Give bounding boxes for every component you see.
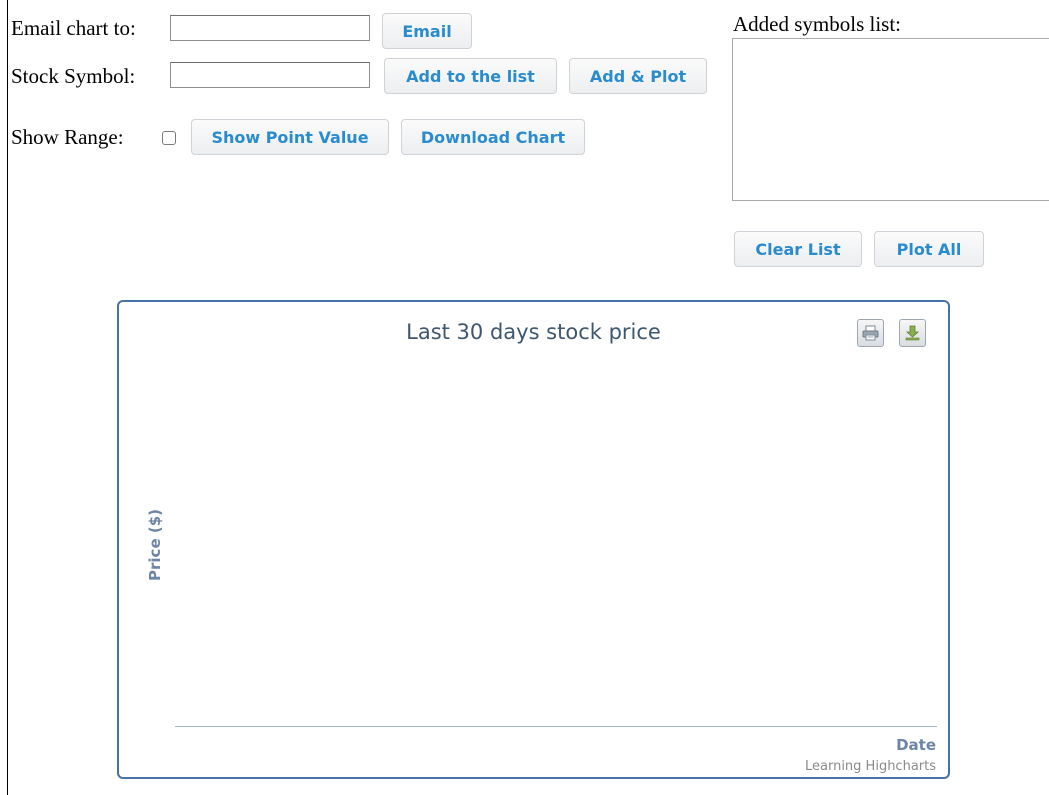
email-label: Email chart to: [11, 16, 136, 40]
printer-icon[interactable] [857, 319, 884, 347]
stock-symbol-label: Stock Symbol: [11, 64, 136, 88]
page-left-border [7, 0, 8, 795]
clear-list-button[interactable]: Clear List [734, 231, 862, 267]
chart-credits[interactable]: Learning Highcharts [805, 759, 936, 774]
stock-symbol-input[interactable] [170, 62, 370, 88]
x-axis-line [175, 726, 937, 727]
download-icon[interactable] [899, 319, 926, 347]
show-range-checkbox[interactable] [162, 131, 176, 145]
email-button[interactable]: Email [382, 13, 472, 49]
added-symbols-label: Added symbols list: [733, 12, 902, 36]
download-chart-button[interactable]: Download Chart [401, 119, 585, 155]
show-range-label: Show Range: [11, 125, 124, 149]
add-to-list-button[interactable]: Add to the list [384, 58, 557, 94]
plot-all-button[interactable]: Plot All [874, 231, 984, 267]
stock-price-chart: Last 30 days stock price Price ($) Date … [117, 300, 950, 779]
y-axis-title: Price ($) [146, 509, 164, 581]
x-axis-title: Date [896, 736, 936, 754]
chart-title: Last 30 days stock price [406, 320, 661, 344]
email-input[interactable] [170, 15, 370, 41]
show-point-value-button[interactable]: Show Point Value [191, 119, 389, 155]
added-symbols-listbox[interactable] [732, 38, 1049, 201]
add-and-plot-button[interactable]: Add & Plot [569, 58, 707, 94]
